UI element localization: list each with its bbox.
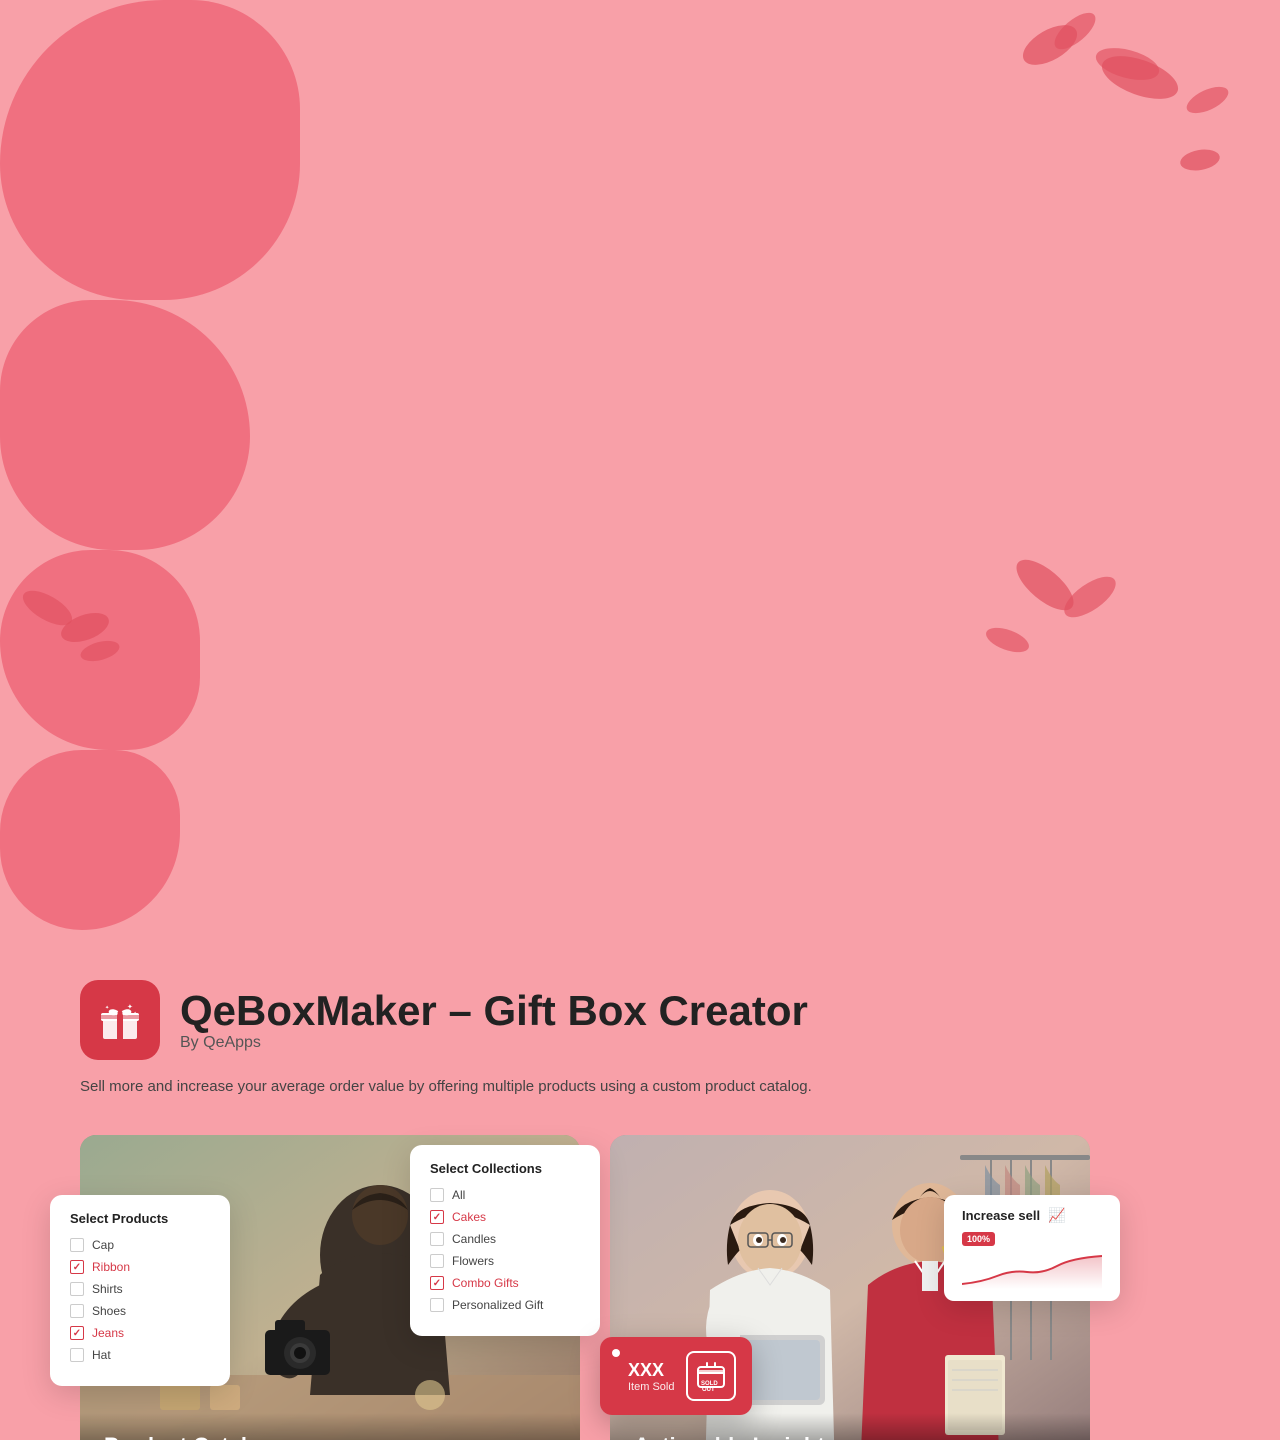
app-subtitle: Sell more and increase your average orde… <box>80 1078 900 1095</box>
right-card-label: Actionable Insights <box>610 1413 1090 1440</box>
increase-sell-badge: 100% <box>962 1232 995 1246</box>
item-sold-label: Item Sold <box>628 1381 674 1393</box>
select-collections-title: Select Collections <box>430 1161 580 1176</box>
header: ✦ ✦ ✦ QeBoxMaker – Gift Box Creator By Q… <box>80 980 1200 1060</box>
product-item[interactable]: Hat <box>70 1348 210 1362</box>
main-content: ✦ ✦ ✦ QeBoxMaker – Gift Box Creator By Q… <box>0 930 1280 1440</box>
checkbox[interactable] <box>430 1298 444 1312</box>
actionable-insights-card: Actionable Insights Increase sell 📈 100% <box>610 1135 1090 1440</box>
collection-label: All <box>452 1188 465 1202</box>
product-item[interactable]: Shirts <box>70 1282 210 1296</box>
cards-row: Product Catalog Select Products CapRibbo… <box>80 1135 1200 1440</box>
checkbox[interactable] <box>430 1254 444 1268</box>
svg-text:✦: ✦ <box>133 1011 137 1017</box>
left-card-label: Product Catalog <box>80 1413 580 1440</box>
product-item[interactable]: Cap <box>70 1238 210 1252</box>
petal-12 <box>983 623 1032 657</box>
header-text: QeBoxMaker – Gift Box Creator By QeApps <box>180 988 808 1052</box>
sold-out-svg: SOLD OUT <box>694 1359 728 1393</box>
product-label: Jeans <box>92 1326 124 1340</box>
products-list: Cap Ribbon Shirts Shoes Jeans Hat <box>70 1238 210 1362</box>
checkbox[interactable] <box>70 1348 84 1362</box>
svg-text:✦: ✦ <box>105 1005 109 1011</box>
petal-8 <box>1183 81 1232 118</box>
checkbox[interactable] <box>430 1210 444 1224</box>
product-label: Shoes <box>92 1304 126 1318</box>
checkbox[interactable] <box>70 1282 84 1296</box>
app-title: QeBoxMaker – Gift Box Creator <box>180 988 808 1034</box>
product-item[interactable]: Shoes <box>70 1304 210 1318</box>
checkbox[interactable] <box>70 1260 84 1274</box>
collection-label: Candles <box>452 1232 496 1246</box>
increase-sell-content: Increase sell 📈 100% <box>962 1207 1102 1289</box>
chart-icon: 📈 <box>1048 1207 1065 1224</box>
bg-blob-topleft <box>0 0 300 300</box>
app-icon: ✦ ✦ ✦ <box>80 980 160 1060</box>
gift-box-icon: ✦ ✦ ✦ <box>95 995 145 1045</box>
product-label: Hat <box>92 1348 111 1362</box>
product-item[interactable]: Jeans <box>70 1326 210 1340</box>
collection-label: Flowers <box>452 1254 494 1268</box>
increase-sell-badge-row: 100% <box>962 1232 1102 1246</box>
collection-label: Cakes <box>452 1210 486 1224</box>
app-author: By QeApps <box>180 1034 808 1052</box>
svg-text:OUT: OUT <box>702 1387 715 1393</box>
collection-label: Combo Gifts <box>452 1276 519 1290</box>
collection-item[interactable]: Cakes <box>430 1210 580 1224</box>
collection-item[interactable]: Combo Gifts <box>430 1276 580 1290</box>
item-sold-content: XXX Item Sold <box>628 1360 674 1393</box>
item-sold-panel: XXX Item Sold SOLD OUT <box>600 1337 752 1415</box>
product-catalog-card: Product Catalog Select Products CapRibbo… <box>80 1135 580 1440</box>
select-products-panel: Select Products Cap Ribbon Shirts Shoes Jean… <box>50 1195 230 1386</box>
collection-item[interactable]: Flowers <box>430 1254 580 1268</box>
collection-item[interactable]: Personalized Gift <box>430 1298 580 1312</box>
collection-item[interactable]: Candles <box>430 1232 580 1246</box>
product-label: Shirts <box>92 1282 123 1296</box>
checkbox[interactable] <box>70 1304 84 1318</box>
collections-list: All Cakes Candles Flowers Combo Gifts Persona… <box>430 1188 580 1312</box>
sell-area-path <box>962 1256 1102 1289</box>
checkbox[interactable] <box>70 1326 84 1340</box>
increase-sell-header: Increase sell 📈 <box>962 1207 1102 1224</box>
checkbox[interactable] <box>430 1232 444 1246</box>
collection-item[interactable]: All <box>430 1188 580 1202</box>
select-products-title: Select Products <box>70 1211 210 1226</box>
bg-blob-bottomright <box>0 750 180 930</box>
checkbox[interactable] <box>430 1276 444 1290</box>
product-label: Ribbon <box>92 1260 130 1274</box>
svg-text:✦: ✦ <box>127 1003 133 1011</box>
product-item[interactable]: Ribbon <box>70 1260 210 1274</box>
product-label: Cap <box>92 1238 114 1252</box>
item-sold-value: XXX <box>628 1360 674 1381</box>
sold-out-icon-box: SOLD OUT <box>686 1351 736 1401</box>
sell-chart-svg <box>962 1254 1102 1289</box>
increase-sell-text: Increase sell <box>962 1208 1040 1223</box>
bg-blob-topright <box>0 300 250 550</box>
collection-label: Personalized Gift <box>452 1298 543 1312</box>
checkbox[interactable] <box>430 1188 444 1202</box>
checkbox[interactable] <box>70 1238 84 1252</box>
increase-sell-panel: Increase sell 📈 100% <box>944 1195 1120 1301</box>
sold-dot <box>612 1349 620 1357</box>
petal-5 <box>1179 147 1222 174</box>
select-collections-panel: Select Collections All Cakes Candles Flower… <box>410 1145 600 1336</box>
